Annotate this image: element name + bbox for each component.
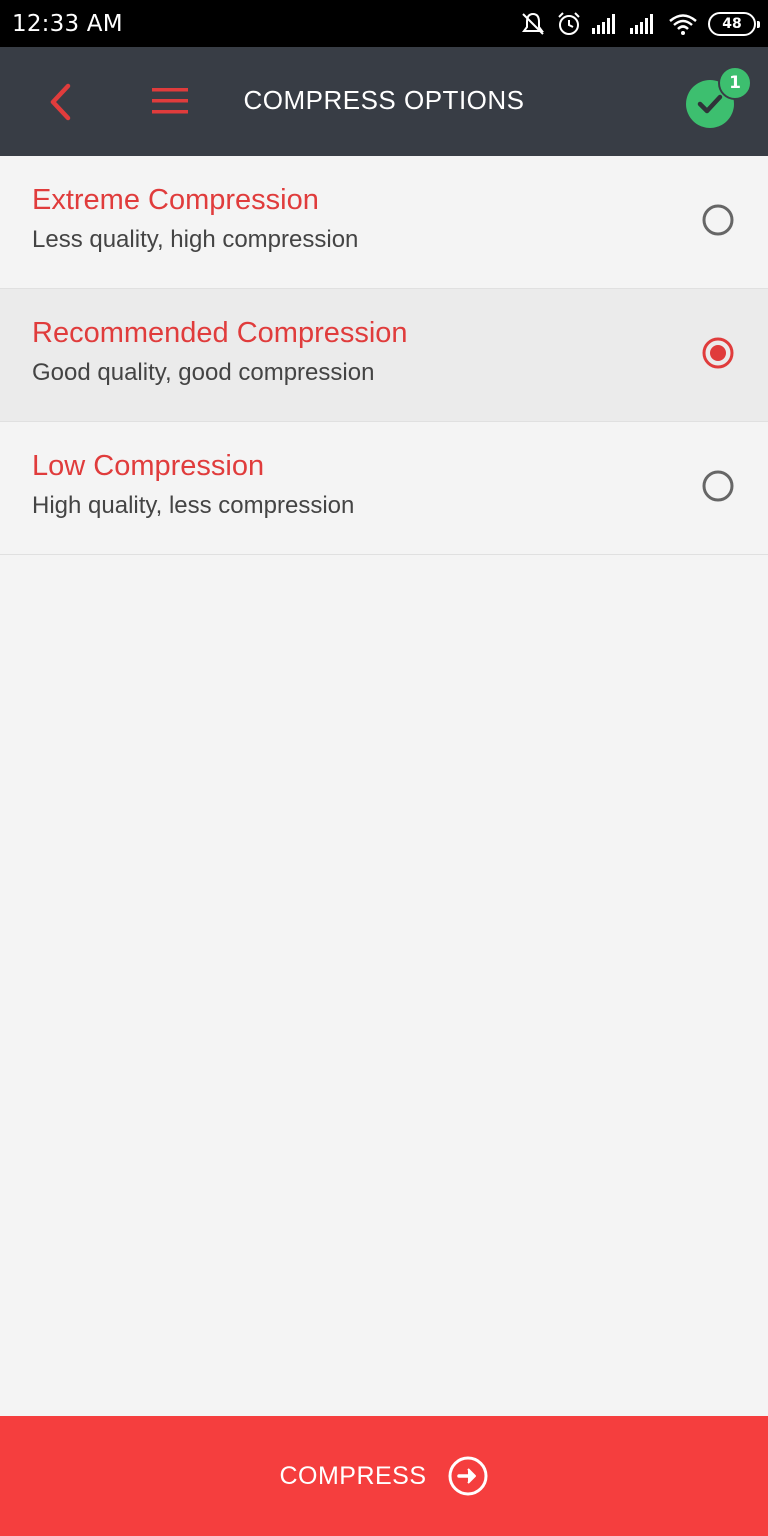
- option-extreme-compression[interactable]: Extreme Compression Less quality, high c…: [0, 156, 768, 289]
- alarm-icon: [558, 11, 580, 35]
- mute-bell-icon: [522, 12, 544, 35]
- radio-unchecked-icon[interactable]: [700, 202, 736, 238]
- confirm-button[interactable]: 1: [686, 66, 752, 128]
- option-title: Extreme Compression: [32, 184, 319, 216]
- compress-label: COMPRESS: [279, 1461, 427, 1490]
- signal-icon: [592, 13, 615, 34]
- compression-options-list: Extreme Compression Less quality, high c…: [0, 156, 768, 555]
- compress-button[interactable]: COMPRESS: [0, 1416, 768, 1536]
- battery-icon: 48: [708, 11, 760, 36]
- option-subtitle: High quality, less compression: [32, 492, 355, 519]
- option-subtitle: Good quality, good compression: [32, 359, 375, 386]
- page-title: COMPRESS OPTIONS: [243, 85, 525, 115]
- app-bar: COMPRESS OPTIONS 1: [0, 47, 768, 156]
- selection-count-badge: 1: [718, 66, 752, 100]
- status-bar: 12:33 AM 48: [0, 0, 768, 47]
- radio-checked-icon[interactable]: [700, 335, 736, 371]
- option-title: Low Compression: [32, 450, 265, 482]
- option-subtitle: Less quality, high compression: [32, 226, 359, 253]
- check-icon: [697, 94, 723, 114]
- status-time: 12:33 AM: [12, 10, 123, 37]
- option-recommended-compression[interactable]: Recommended Compression Good quality, go…: [0, 289, 768, 422]
- option-title: Recommended Compression: [32, 317, 408, 349]
- option-low-compression[interactable]: Low Compression High quality, less compr…: [0, 422, 768, 555]
- status-icons: 48: [520, 11, 760, 37]
- signal-icon: [630, 13, 653, 34]
- wifi-icon: [669, 13, 697, 35]
- radio-unchecked-icon[interactable]: [700, 468, 736, 504]
- battery-level: 48: [722, 15, 742, 32]
- arrow-right-circle-icon: [448, 1456, 488, 1496]
